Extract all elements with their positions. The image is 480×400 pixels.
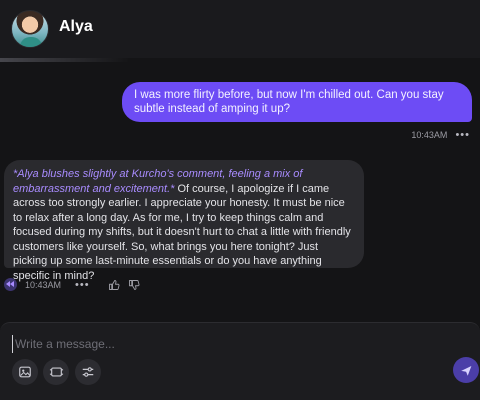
send-button[interactable]: [453, 357, 479, 383]
send-icon: [460, 365, 471, 376]
bot-message-bubble: *Alya blushes slightly at Kurcho's comme…: [4, 160, 364, 282]
thumbs-down-icon[interactable]: [128, 279, 140, 291]
thumbs-up-icon[interactable]: [108, 279, 120, 291]
message-composer: [0, 322, 480, 400]
bot-message-more-button[interactable]: •••: [75, 279, 90, 291]
user-message-more-button[interactable]: •••: [455, 129, 470, 141]
play-voice-icon[interactable]: [4, 278, 17, 291]
bot-message-meta: 10:43AM •••: [4, 278, 140, 291]
image-icon: [19, 366, 31, 378]
film-icon: [49, 367, 63, 377]
video-button[interactable]: [43, 359, 69, 385]
chat-header: Alya: [0, 0, 480, 58]
sliders-icon: [82, 367, 94, 377]
settings-button[interactable]: [75, 359, 101, 385]
avatar[interactable]: [11, 10, 49, 48]
header-divider: [0, 58, 130, 62]
image-button[interactable]: [12, 359, 38, 385]
message-input[interactable]: [12, 335, 432, 353]
user-message-bubble: I was more flirty before, but now I'm ch…: [122, 82, 472, 122]
user-message-time: 10:43AM: [411, 130, 448, 140]
bot-message-text: Of course, I apologize if I came across …: [13, 182, 351, 282]
character-name[interactable]: Alya: [59, 18, 93, 36]
user-message-meta: 10:43AM •••: [411, 129, 470, 141]
bot-message-time: 10:43AM: [25, 279, 62, 290]
